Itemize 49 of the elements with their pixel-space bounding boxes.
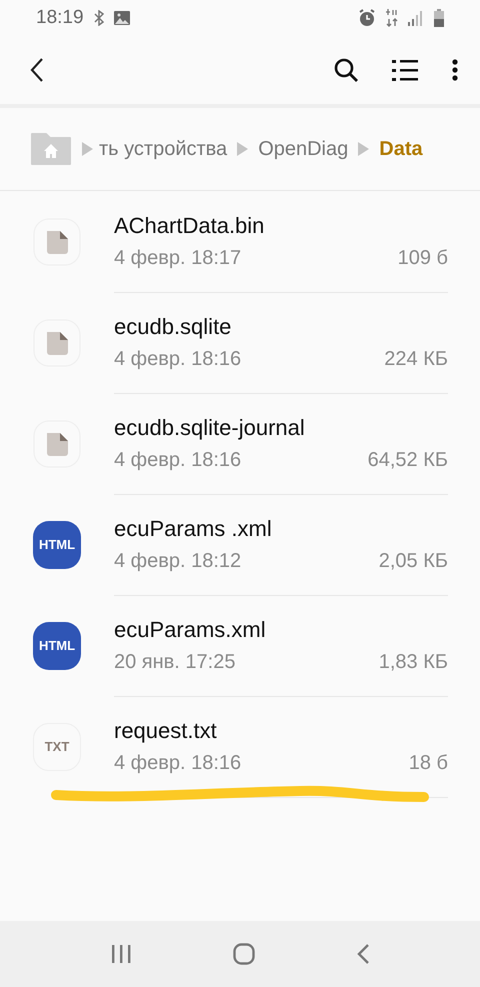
more-icon[interactable] [452, 59, 458, 81]
battery-icon [434, 9, 444, 27]
recent-apps-icon[interactable] [111, 945, 131, 963]
html-file-icon: HTML [33, 622, 81, 670]
file-size: 2,05 КБ [378, 550, 448, 572]
file-size: 224 КБ [384, 348, 448, 370]
file-date: 20 янв. 17:25 [114, 650, 236, 674]
file-date: 4 февр. 18:16 [114, 448, 242, 472]
file-date: 4 февр. 18:16 [114, 348, 242, 370]
signal-icon [408, 10, 424, 26]
search-icon[interactable] [334, 58, 358, 82]
file-size: 1,83 КБ [378, 650, 448, 674]
breadcrumb-item[interactable]: ть устройства [99, 138, 228, 160]
file-row[interactable]: ecudb.sqlite 4 февр. 18:16 224 КБ [0, 292, 480, 393]
clock: 18:19 [36, 7, 84, 29]
image-icon [114, 11, 130, 25]
text-file-icon: TXT [33, 722, 81, 770]
html-file-icon: HTML [33, 520, 81, 568]
alarm-icon [358, 9, 376, 27]
file-name: ecudb.sqlite [114, 314, 232, 340]
home-icon[interactable] [233, 943, 255, 965]
file-name: AChartData.bin [114, 212, 266, 238]
breadcrumb-item[interactable]: OpenDiag [258, 138, 348, 160]
file-row[interactable]: TXT request.txt 4 февр. 18:16 18 б [0, 696, 480, 797]
chevron-icon [358, 142, 370, 156]
chevron-icon [82, 142, 93, 156]
chevron-icon [237, 142, 248, 156]
file-row[interactable]: ecudb.sqlite-journal 4 февр. 18:16 64,52 КБ [0, 393, 480, 494]
file-date: 4 февр. 18:17 [114, 246, 242, 270]
breadcrumb-item[interactable]: Data [379, 138, 423, 160]
document-icon [33, 420, 81, 468]
file-name: request.txt [114, 718, 218, 744]
document-icon [33, 318, 81, 366]
file-date: 4 февр. 18:12 [114, 550, 242, 572]
file-name: ecuParams .xml [114, 516, 273, 542]
back-icon[interactable] [30, 58, 44, 82]
file-date: 4 февр. 18:16 [114, 752, 242, 774]
file-row[interactable]: HTML ecuParams .xml 4 февр. 18:12 2,05 КБ [0, 494, 480, 595]
list-view-icon[interactable] [392, 59, 418, 81]
file-row[interactable]: AChartData.bin 4 февр. 18:17 109 б [0, 191, 480, 292]
file-name: ecuParams.xml [114, 616, 267, 642]
file-size: 18 б [408, 752, 448, 774]
file-name: ecudb.sqlite-journal [114, 414, 306, 440]
mobile-data-icon [386, 9, 398, 27]
bluetooth-icon [94, 10, 104, 26]
document-icon [33, 218, 81, 266]
file-size: 64,52 КБ [368, 448, 448, 472]
file-size: 109 б [398, 246, 448, 270]
file-row[interactable]: HTML ecuParams.xml 20 янв. 17:25 1,83 КБ [0, 595, 480, 696]
